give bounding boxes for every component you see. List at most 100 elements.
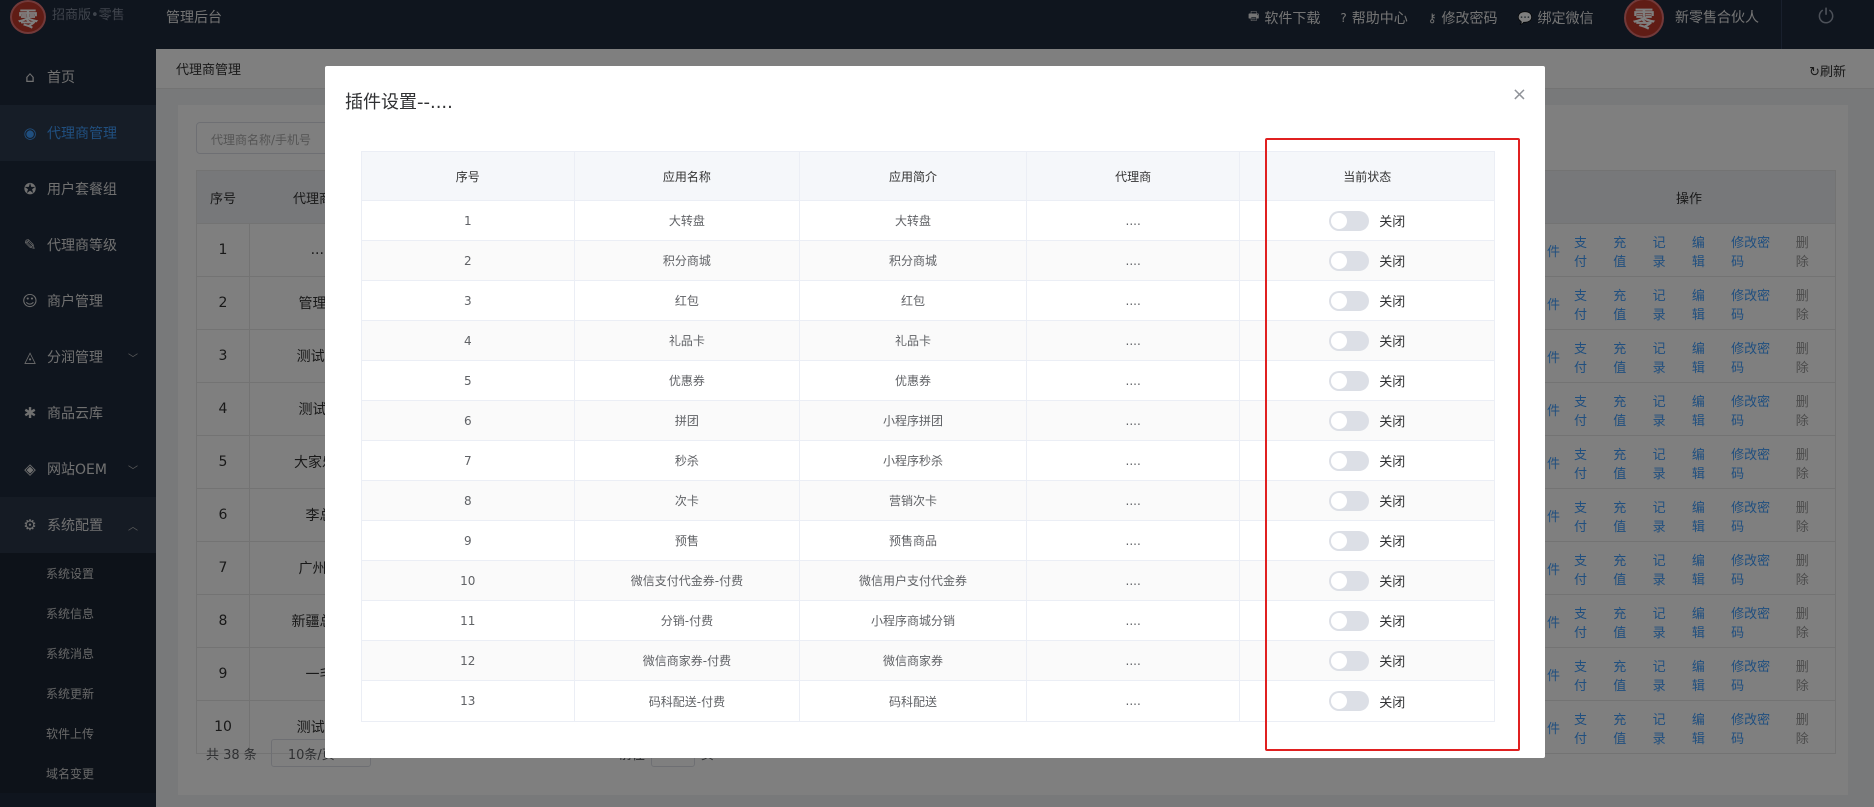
cell-app-name: 大转盘 — [575, 201, 801, 240]
cell-app-desc: 微信用户支付代金券 — [800, 561, 1027, 600]
cell-no: 12 — [362, 641, 575, 680]
toggle-switch[interactable] — [1329, 410, 1370, 431]
table-row: 10 微信支付代金券-付费 微信用户支付代金券.... 关闭 — [362, 561, 1494, 601]
cell-no: 2 — [362, 241, 575, 280]
cell-app-name: 微信支付代金券-付费 — [575, 561, 801, 600]
cell-app-desc: 积分商城 — [800, 241, 1027, 280]
toggle-switch[interactable] — [1329, 250, 1370, 271]
cell-status: 关闭 — [1240, 681, 1494, 721]
status-toggle[interactable]: 关闭 — [1329, 290, 1406, 311]
cell-status: 关闭 — [1240, 601, 1494, 640]
cell-app-desc: 红包 — [800, 281, 1027, 320]
cell-app-name: 拼团 — [575, 401, 801, 440]
toggle-label: 关闭 — [1379, 335, 1406, 350]
toggle-label: 关闭 — [1379, 455, 1406, 470]
cell-no: 8 — [362, 481, 575, 520]
toggle-switch[interactable] — [1329, 610, 1370, 631]
cell-agent: .... — [1027, 441, 1241, 480]
status-toggle[interactable]: 关闭 — [1329, 570, 1406, 591]
toggle-switch[interactable] — [1329, 490, 1370, 511]
status-toggle[interactable]: 关闭 — [1329, 450, 1406, 471]
toggle-label: 关闭 — [1379, 495, 1406, 510]
cell-app-desc: 微信商家券 — [800, 641, 1027, 680]
table-row: 4 礼品卡 礼品卡.... 关闭 — [362, 321, 1494, 361]
cell-app-name: 红包 — [575, 281, 801, 320]
cell-status: 关闭 — [1240, 281, 1494, 320]
header-cell: 当前状态 — [1343, 169, 1392, 184]
table-row: 7 秒杀 小程序秒杀.... 关闭 — [362, 441, 1494, 481]
cell-app-name: 微信商家券-付费 — [575, 641, 801, 680]
header-cell: 应用简介 — [800, 152, 1027, 200]
cell-agent: .... — [1027, 561, 1241, 600]
plugin-table-header: 序号 应用名称 应用简介 代理商 当前状态 — [362, 152, 1494, 201]
cell-app-name: 预售 — [575, 521, 801, 560]
cell-status: 关闭 — [1240, 361, 1494, 400]
toggle-label: 关闭 — [1379, 415, 1406, 430]
toggle-switch[interactable] — [1329, 450, 1370, 471]
status-toggle[interactable]: 关闭 — [1329, 410, 1406, 431]
cell-app-desc: 大转盘 — [800, 201, 1027, 240]
status-toggle[interactable]: 关闭 — [1329, 650, 1406, 671]
toggle-label: 关闭 — [1379, 655, 1406, 670]
cell-app-desc: 预售商品 — [800, 521, 1027, 560]
toggle-switch[interactable] — [1329, 210, 1370, 231]
cell-no: 6 — [362, 401, 575, 440]
cell-app-desc: 小程序商城分销 — [800, 601, 1027, 640]
header-cell: 序号 — [362, 152, 575, 200]
plugin-settings-modal: 插件设置--.... × 序号 应用名称 应用简介 代理商 当前状态 1 大转盘 大转盘...… — [325, 66, 1545, 758]
cell-app-desc: 码科配送 — [800, 681, 1027, 721]
status-toggle[interactable]: 关闭 — [1329, 370, 1405, 391]
cell-app-name: 积分商城 — [575, 241, 801, 280]
table-row: 13 码科配送-付费 码科配送.... 关闭 — [362, 681, 1494, 721]
cell-agent: .... — [1027, 361, 1241, 400]
toggle-switch[interactable] — [1329, 330, 1370, 351]
cell-app-name: 次卡 — [575, 481, 801, 520]
toggle-label: 关闭 — [1379, 695, 1406, 711]
cell-no: 13 — [362, 681, 575, 721]
cell-no: 9 — [362, 521, 575, 560]
status-toggle[interactable]: 关闭 — [1329, 250, 1405, 271]
cell-status: 关闭 — [1240, 521, 1494, 560]
toggle-switch[interactable] — [1329, 290, 1370, 311]
table-row: 6 拼团 小程序拼团.... 关闭 — [362, 401, 1494, 441]
cell-agent: .... — [1027, 281, 1241, 320]
cell-no: 5 — [362, 361, 575, 400]
toggle-switch[interactable] — [1329, 570, 1370, 591]
cell-agent: .... — [1027, 481, 1241, 520]
cell-agent: .... — [1027, 401, 1241, 440]
cell-status: 关闭 — [1240, 481, 1494, 520]
cell-agent: .... — [1027, 321, 1241, 360]
cell-status: 关闭 — [1240, 441, 1494, 480]
status-toggle[interactable]: 关闭 — [1329, 610, 1405, 631]
table-row: 9 预售 预售商品.... 关闭 — [362, 521, 1494, 561]
cell-status: 关闭 — [1240, 401, 1494, 440]
table-row: 12 微信商家券-付费 微信商家券.... 关闭 — [362, 641, 1494, 681]
table-row: 2 积分商城 积分商城.... 关闭 — [362, 241, 1494, 281]
modal-title: 插件设置--.... — [345, 92, 453, 113]
cell-no: 7 — [362, 441, 575, 480]
status-toggle[interactable]: 关闭 — [1329, 490, 1406, 511]
cell-app-name: 优惠券 — [575, 361, 801, 400]
toggle-label: 关闭 — [1379, 575, 1406, 590]
cell-agent: .... — [1027, 681, 1241, 721]
toggle-label: 关闭 — [1379, 295, 1406, 310]
toggle-switch[interactable] — [1329, 530, 1370, 551]
toggle-switch[interactable] — [1329, 370, 1370, 391]
status-toggle[interactable]: 关闭 — [1329, 330, 1406, 351]
cell-status: 关闭 — [1240, 201, 1494, 240]
cell-agent: .... — [1027, 201, 1241, 240]
plugin-table: 序号 应用名称 应用简介 代理商 当前状态 1 大转盘 大转盘.... 关闭 2 积分商城 积分商城.… — [361, 151, 1495, 722]
cell-agent: .... — [1027, 521, 1241, 560]
close-icon[interactable]: × — [1512, 84, 1527, 105]
status-toggle[interactable]: 关闭 — [1329, 530, 1405, 551]
cell-status: 关闭 — [1240, 641, 1494, 680]
table-row: 8 次卡 营销次卡.... 关闭 — [362, 481, 1494, 521]
status-toggle[interactable]: 关闭 — [1329, 691, 1405, 711]
header-cell: 应用名称 — [575, 152, 801, 200]
cell-app-desc: 优惠券 — [800, 361, 1027, 400]
cell-no: 3 — [362, 281, 575, 320]
toggle-switch[interactable] — [1329, 691, 1370, 711]
status-toggle[interactable]: 关闭 — [1329, 210, 1405, 231]
cell-status: 关闭 — [1240, 321, 1494, 360]
toggle-switch[interactable] — [1329, 650, 1370, 671]
